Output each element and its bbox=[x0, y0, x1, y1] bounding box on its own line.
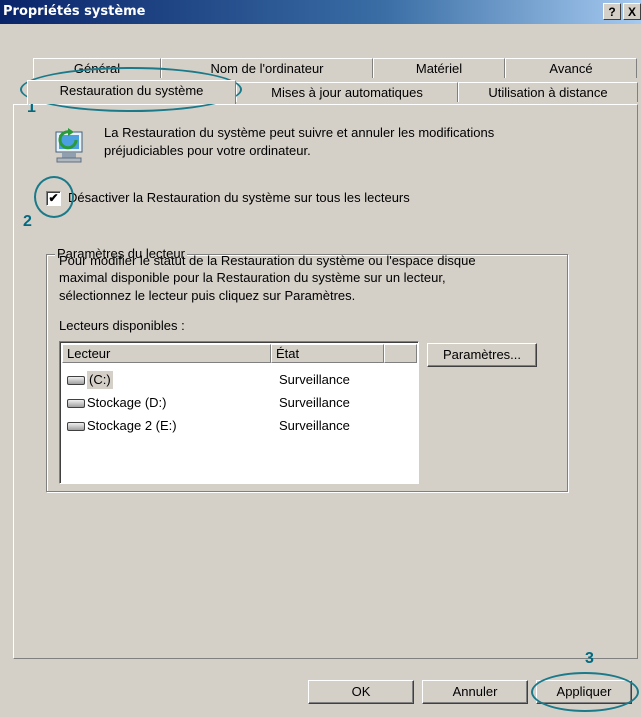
cancel-button[interactable]: Annuler bbox=[422, 680, 528, 704]
tab-general[interactable]: Général bbox=[33, 58, 161, 78]
available-drives-label: Lecteurs disponibles : bbox=[59, 318, 185, 333]
column-header-state[interactable]: État bbox=[271, 344, 384, 363]
tab-remote[interactable]: Utilisation à distance bbox=[458, 82, 638, 102]
settings-button[interactable]: Paramètres... bbox=[427, 343, 537, 367]
annotation-number-2: 2 bbox=[23, 213, 32, 230]
drive-state: Surveillance bbox=[279, 395, 350, 410]
column-header-drive[interactable]: Lecteur bbox=[62, 344, 271, 363]
disable-restore-label[interactable]: Désactiver la Restauration du système su… bbox=[68, 190, 410, 205]
title-bar: Propriétés système ? X bbox=[0, 0, 641, 24]
list-item[interactable]: (C:) Surveillance bbox=[62, 371, 416, 391]
drive-name: (C:) bbox=[87, 371, 113, 389]
annotation-number-3: 3 bbox=[585, 650, 594, 667]
drive-name: Stockage (D:) bbox=[87, 395, 167, 410]
group-desc-1: Pour modifier le statut de la Restaurati… bbox=[59, 253, 476, 268]
tab-system-restore[interactable]: Restauration du système bbox=[27, 80, 236, 104]
intro-line-1: La Restauration du système peut suivre e… bbox=[104, 125, 495, 140]
tab-automatic-updates[interactable]: Mises à jour automatiques bbox=[236, 82, 458, 102]
window-title: Propriétés système bbox=[3, 4, 146, 19]
apply-button[interactable]: Appliquer bbox=[536, 680, 632, 704]
list-item[interactable]: Stockage 2 (E:) Surveillance bbox=[62, 417, 416, 437]
tab-computer-name[interactable]: Nom de l'ordinateur bbox=[161, 58, 373, 78]
ok-button[interactable]: OK bbox=[308, 680, 414, 704]
help-button[interactable]: ? bbox=[603, 3, 621, 20]
close-button[interactable]: X bbox=[623, 3, 641, 20]
disable-restore-checkbox[interactable]: ✔ bbox=[46, 191, 61, 206]
drive-state: Surveillance bbox=[279, 418, 350, 433]
tab-advanced[interactable]: Avancé bbox=[505, 58, 637, 78]
drive-icon bbox=[67, 422, 85, 431]
system-restore-icon bbox=[55, 128, 83, 163]
drive-icon bbox=[67, 399, 85, 408]
drives-list[interactable]: Lecteur État (C:) Surveillance Stockage … bbox=[59, 341, 419, 484]
drive-name: Stockage 2 (E:) bbox=[87, 418, 177, 433]
list-item[interactable]: Stockage (D:) Surveillance bbox=[62, 394, 416, 414]
drive-icon bbox=[67, 376, 85, 385]
intro-line-2: préjudiciables pour votre ordinateur. bbox=[104, 143, 311, 158]
group-desc-2: maximal disponible pour la Restauration … bbox=[59, 270, 446, 285]
column-header-extra[interactable] bbox=[384, 344, 417, 363]
tab-hardware[interactable]: Matériel bbox=[373, 58, 505, 78]
drive-state: Surveillance bbox=[279, 372, 350, 387]
group-desc-3: sélectionnez le lecteur puis cliquez sur… bbox=[59, 288, 356, 303]
